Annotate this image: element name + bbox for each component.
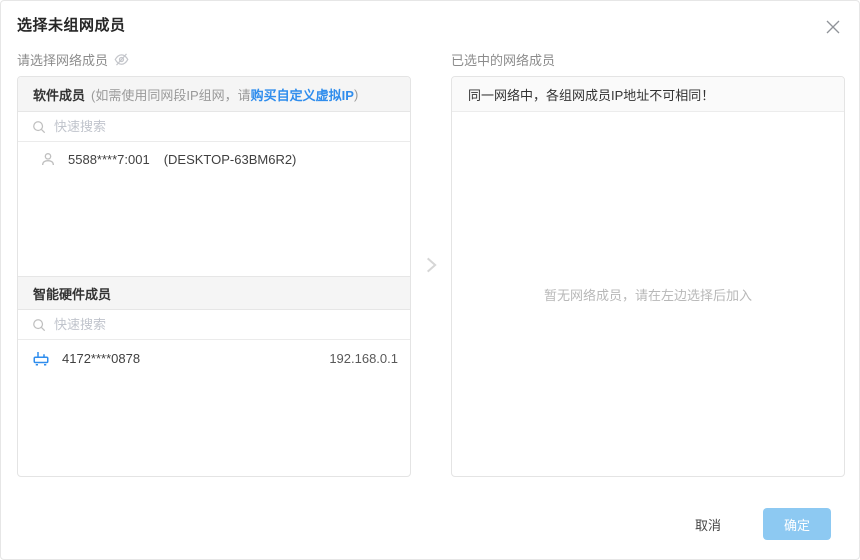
software-members-title: 软件成员 <box>33 87 86 103</box>
software-members-header: 软件成员 (如需使用同网段IP组网，请 购买自定义虚拟IP ) <box>18 77 410 112</box>
dialog-title: 选择未组网成员 <box>17 17 126 34</box>
software-member-item[interactable]: 5588****7:001 (DESKTOP-63BM6R2) <box>18 142 410 176</box>
search-icon <box>33 318 46 331</box>
hardware-member-id: 4172****0878 <box>62 350 141 366</box>
left-column-label: 请选择网络成员 <box>17 50 129 69</box>
hardware-member-item[interactable]: 4172****0878 192.168.0.1 <box>18 340 410 376</box>
chevron-right-icon <box>418 252 444 278</box>
hardware-member-ip: 192.168.0.1 <box>329 350 398 366</box>
software-members-note-prefix: (如需使用同网段IP组网，请 <box>91 87 251 103</box>
ip-conflict-notice: 同一网络中，各组网成员IP地址不可相同！ <box>452 77 844 112</box>
cancel-button[interactable]: 取消 <box>695 515 721 534</box>
software-members-note-suffix: ) <box>353 86 359 102</box>
hardware-members-header: 智能硬件成员 <box>18 276 410 310</box>
router-icon <box>32 349 50 367</box>
confirm-button[interactable]: 确定 <box>763 508 831 540</box>
select-members-dialog: 选择未组网成员 请选择网络成员 已选中的网络成员 软件成员 (如需使用同网段IP… <box>0 0 860 560</box>
user-icon <box>40 151 56 167</box>
hardware-search-row <box>18 310 410 340</box>
eye-off-icon[interactable] <box>114 52 129 67</box>
software-search-row <box>18 112 410 142</box>
hardware-members-title: 智能硬件成员 <box>33 286 112 302</box>
software-search-input[interactable] <box>54 119 396 134</box>
hardware-search-input[interactable] <box>54 317 396 332</box>
close-icon[interactable] <box>822 16 844 38</box>
buy-custom-ip-link[interactable]: 购买自定义虚拟IP <box>251 85 354 104</box>
ip-conflict-notice-text: 同一网络中，各组网成员IP地址不可相同！ <box>468 87 715 103</box>
search-icon <box>33 120 46 133</box>
software-member-hostname: (DESKTOP-63BM6R2) <box>163 151 297 167</box>
dialog-footer: 取消 确定 <box>695 508 831 540</box>
software-member-id: 5588****7:001 <box>68 151 150 167</box>
software-members-list: 5588****7:001 (DESKTOP-63BM6R2) <box>18 142 410 276</box>
selected-members-empty-area: 暂无网络成员，请在左边选择后加入 <box>452 112 844 476</box>
empty-state-text: 暂无网络成员，请在左边选择后加入 <box>543 287 752 303</box>
available-members-panel: 软件成员 (如需使用同网段IP组网，请 购买自定义虚拟IP ) 5588****… <box>17 76 411 477</box>
right-column-label-text: 已选中的网络成员 <box>451 53 556 68</box>
right-column-label: 已选中的网络成员 <box>451 50 555 69</box>
selected-members-panel: 同一网络中，各组网成员IP地址不可相同！ 暂无网络成员，请在左边选择后加入 <box>451 76 845 477</box>
left-column-label-text: 请选择网络成员 <box>17 53 109 68</box>
